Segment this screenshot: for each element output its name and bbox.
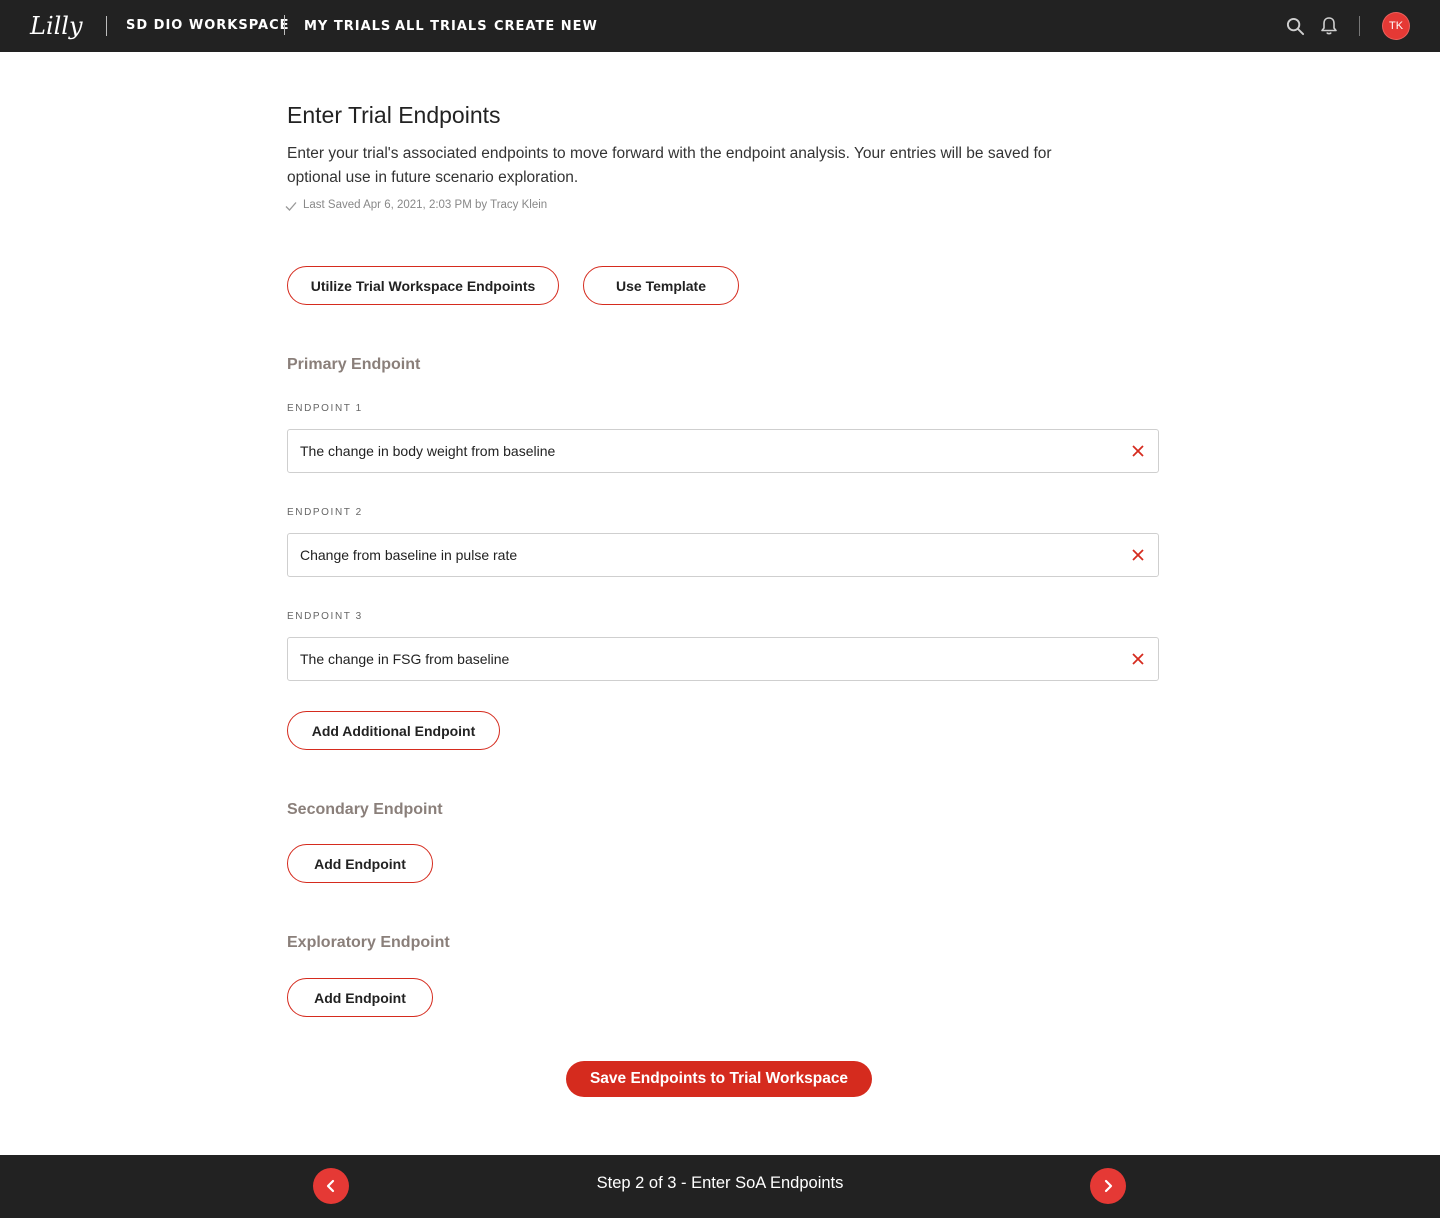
- endpoint-3-input[interactable]: [300, 638, 1100, 680]
- page-description: Enter your trial's associated endpoints …: [287, 145, 1052, 186]
- logo-text: Lilly: [29, 12, 83, 40]
- primary-endpoint-title: Primary Endpoint: [287, 356, 421, 373]
- clear-endpoint-1-icon[interactable]: [1132, 445, 1144, 457]
- nav-create-new[interactable]: CREATE NEW: [494, 19, 598, 34]
- bell-icon[interactable]: [1320, 16, 1338, 36]
- add-additional-endpoint-button[interactable]: Add Additional Endpoint: [287, 711, 500, 750]
- lilly-logo[interactable]: Lilly: [28, 8, 92, 44]
- header-right-divider: [1359, 16, 1360, 36]
- endpoint-3-field: [287, 637, 1159, 681]
- step-navigation-bar: Step 2 of 3 - Enter SoA Endpoints: [0, 1155, 1440, 1218]
- next-step-button[interactable]: [1090, 1168, 1126, 1204]
- endpoint-1-label: ENDPOINT 1: [287, 403, 363, 414]
- nav-my-trials[interactable]: MY TRIALS: [304, 19, 391, 34]
- last-saved-text: Last Saved Apr 6, 2021, 2:03 PM by Tracy…: [303, 199, 548, 211]
- endpoint-2-field: [287, 533, 1159, 577]
- endpoint-1-input[interactable]: [300, 430, 1100, 472]
- check-icon: [285, 202, 297, 211]
- utilize-workspace-endpoints-button[interactable]: Utilize Trial Workspace Endpoints: [287, 266, 559, 305]
- top-navigation-bar: Lilly SD DIO WORKSPACE MY TRIALS ALL TRI…: [0, 0, 1440, 52]
- endpoint-2-label: ENDPOINT 2: [287, 507, 363, 518]
- workspace-name: SD DIO WORKSPACE: [126, 18, 290, 33]
- nav-all-trials[interactable]: ALL TRIALS: [395, 19, 488, 34]
- save-endpoints-button[interactable]: Save Endpoints to Trial Workspace: [566, 1061, 872, 1097]
- exploratory-endpoint-title: Exploratory Endpoint: [287, 934, 450, 951]
- endpoint-2-input[interactable]: [300, 534, 1100, 576]
- page-title: Enter Trial Endpoints: [287, 102, 501, 128]
- clear-endpoint-2-icon[interactable]: [1132, 549, 1144, 561]
- add-secondary-endpoint-button[interactable]: Add Endpoint: [287, 844, 433, 883]
- avatar[interactable]: TK: [1382, 12, 1410, 40]
- endpoint-3-label: ENDPOINT 3: [287, 611, 363, 622]
- logo-divider: [106, 16, 107, 36]
- chevron-right-icon: [1104, 1179, 1113, 1193]
- secondary-endpoint-title: Secondary Endpoint: [287, 801, 443, 818]
- add-exploratory-endpoint-button[interactable]: Add Endpoint: [287, 978, 433, 1017]
- clear-endpoint-3-icon[interactable]: [1132, 653, 1144, 665]
- nav-divider: [284, 15, 285, 35]
- step-indicator: Step 2 of 3 - Enter SoA Endpoints: [596, 1174, 844, 1192]
- use-template-button[interactable]: Use Template: [583, 266, 739, 305]
- search-icon[interactable]: [1286, 17, 1305, 36]
- endpoint-1-field: [287, 429, 1159, 473]
- last-saved-status: Last Saved Apr 6, 2021, 2:03 PM by Tracy…: [285, 198, 547, 212]
